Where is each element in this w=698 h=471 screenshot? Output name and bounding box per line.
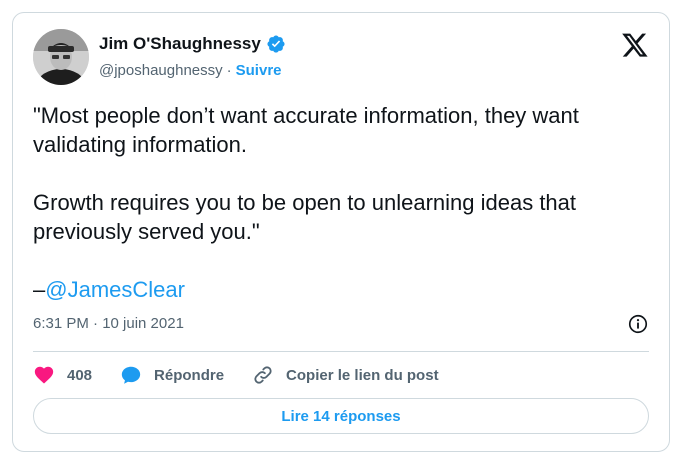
action-bar: 408 Répondre Copier le lien du post (33, 360, 439, 390)
avatar[interactable] (33, 29, 89, 85)
reply-label: Répondre (154, 366, 225, 384)
avatar-image (33, 29, 89, 85)
tweet-body: "Most people don’t want accurate informa… (33, 103, 579, 302)
heart-icon (34, 366, 54, 384)
tweet-card: Jim O'Shaughnessy @jposhaughnessy · Suiv… (12, 12, 670, 452)
follow-button[interactable]: Suivre (236, 62, 282, 79)
copy-link-button[interactable]: Copier le lien du post (252, 364, 439, 386)
x-logo-icon[interactable] (621, 31, 649, 59)
tweet-text: "Most people don’t want accurate informa… (33, 101, 653, 304)
like-button[interactable]: 408 (33, 364, 92, 386)
separator: · (226, 62, 232, 79)
divider (33, 351, 649, 352)
author-handle[interactable]: @jposhaughnessy (99, 62, 223, 79)
mention-link[interactable]: @JamesClear (45, 277, 185, 302)
speech-bubble-icon (121, 366, 141, 384)
like-count: 408 (67, 366, 93, 384)
reply-button[interactable]: Répondre (120, 364, 224, 386)
copy-link-label: Copier le lien du post (286, 366, 439, 384)
link-icon (254, 366, 272, 384)
verified-badge-icon (267, 35, 285, 53)
tweet-timestamp[interactable]: 6:31 PM · 10 juin 2021 (33, 315, 184, 332)
author-name[interactable]: Jim O'Shaughnessy (99, 34, 261, 54)
read-replies-label: Lire 14 réponses (281, 407, 401, 425)
info-icon[interactable] (627, 313, 649, 335)
read-replies-button[interactable]: Lire 14 réponses (33, 398, 649, 434)
